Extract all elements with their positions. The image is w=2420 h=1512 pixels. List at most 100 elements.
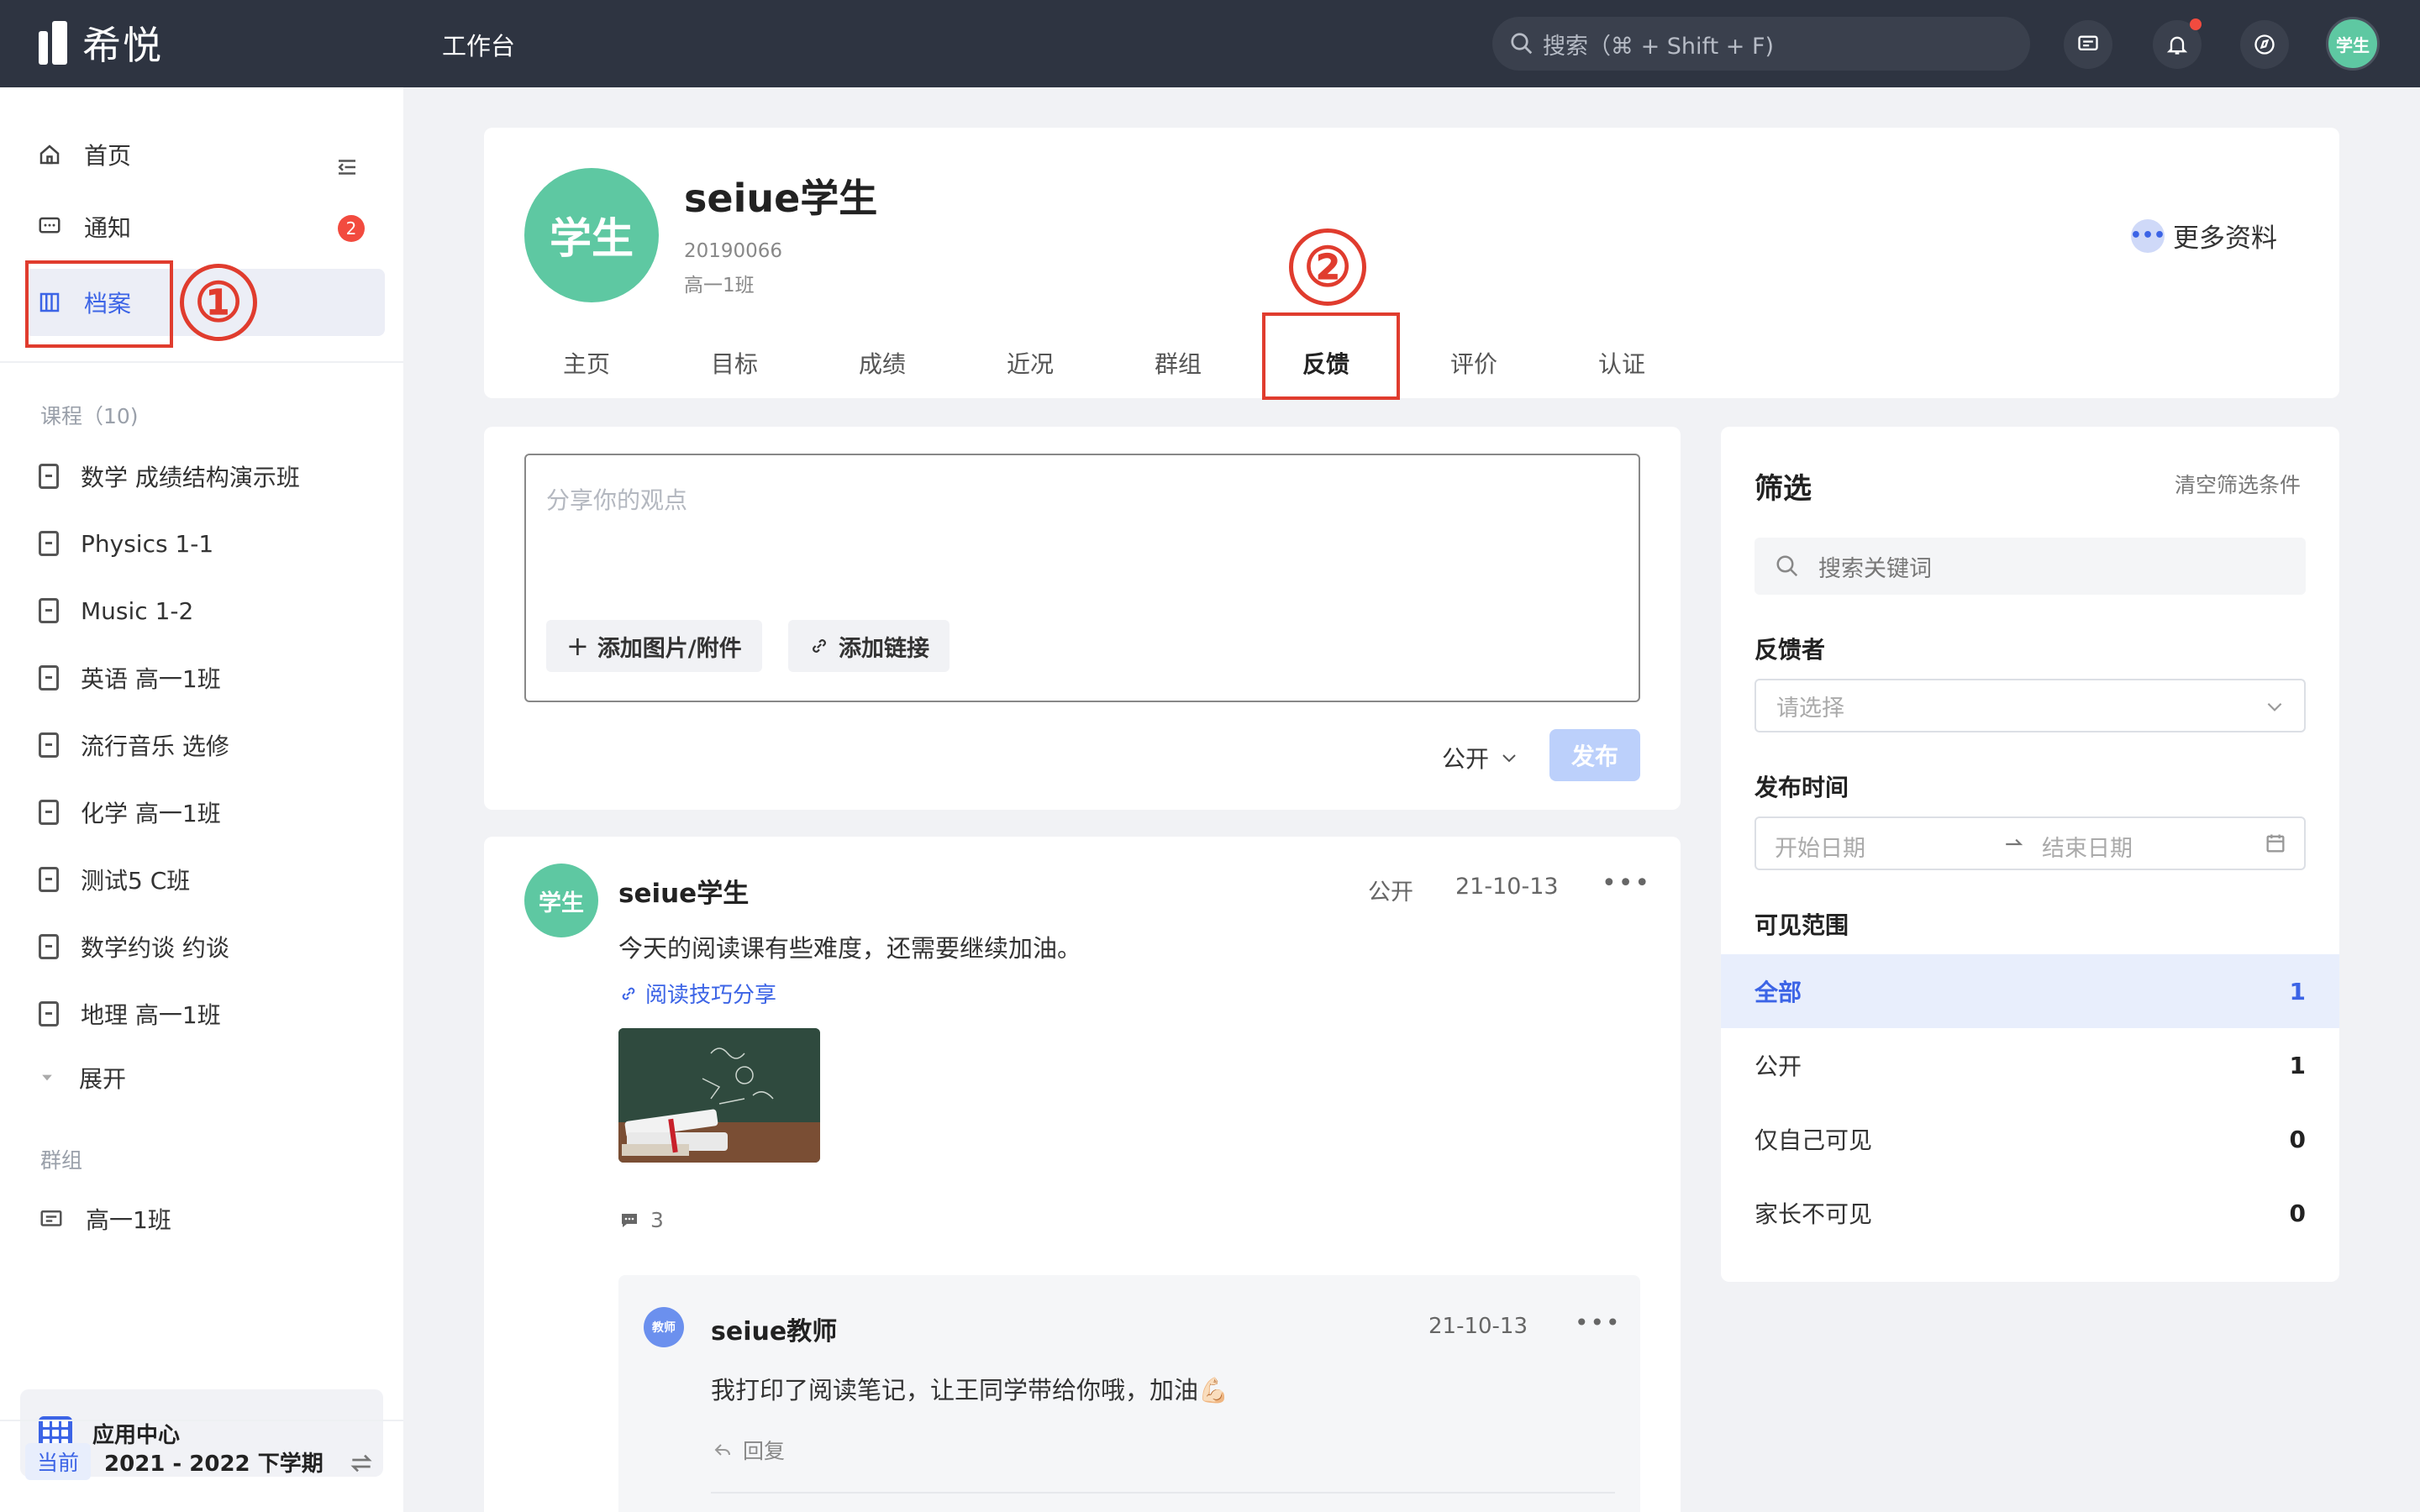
logo-mark-icon [39,21,69,65]
home-icon [39,144,60,165]
add-link-label: 添加链接 [839,635,929,662]
course-label: Physics 1-1 [81,529,214,558]
course-icon [39,598,59,623]
start-date-input[interactable]: 开始日期 [1775,830,1865,863]
scope-label: 家长不可见 [1754,1200,1873,1228]
course-item[interactable]: 化学 高一1班 [39,791,221,833]
tab-goals[interactable]: 目标 [711,346,758,380]
scope-label: 公开 [1754,1053,1802,1080]
scope-option-all[interactable]: 全部 1 [1721,954,2339,1028]
student-id: 20190066 [684,240,783,262]
scope-option-self-only[interactable]: 仅自己可见 0 [1721,1102,2339,1176]
tab-grades[interactable]: 成绩 [859,346,906,380]
course-icon [39,800,59,825]
switch-term-icon[interactable] [348,1450,375,1480]
visibility-value: 公开 [1442,745,1490,773]
expand-label: 展开 [79,1065,127,1093]
chat-icon [2078,35,2098,50]
class-name: 高一1班 [684,275,755,297]
publish-button[interactable]: 发布 [1549,729,1640,781]
end-date-input[interactable]: 结束日期 [2042,830,2133,863]
reply-more-icon[interactable]: ••• [1575,1309,1622,1336]
clear-filters-link[interactable]: 清空筛选条件 [2175,469,2301,499]
messages-button[interactable] [2064,20,2112,69]
scope-label: 全部 [1754,979,1802,1006]
tab-certification[interactable]: 认证 [1598,346,1645,380]
global-search-input[interactable]: 搜索（⌘ + Shift + F) [1492,17,2030,71]
app-logo[interactable]: 希悦 [39,18,163,68]
workspace-title[interactable]: 工作台 [442,27,515,62]
comment-icon [622,1213,637,1227]
reply-button[interactable]: 回复 [711,1435,785,1465]
more-info-label: 更多资料 [2173,223,2277,254]
more-info-button[interactable]: ••• 更多资料 [2130,217,2277,255]
annotation-box-2 [1262,312,1400,400]
course-item[interactable]: Music 1-2 [39,590,193,632]
sidebar-item-notifications[interactable]: 通知 [37,202,131,252]
course-item[interactable]: 测试5 C班 [39,858,190,900]
group-label: 高一1班 [86,1206,171,1234]
feedbacker-label: 反馈者 [1754,636,1826,664]
post-date: 21-10-13 [1455,874,1559,900]
course-item[interactable]: 流行音乐 选修 [39,724,229,766]
sidebar-item-home[interactable]: 首页 [37,129,131,180]
reply-author-name[interactable]: seiue教师 [711,1310,837,1347]
annotation-marker-2: ② [1289,228,1366,306]
feedback-placeholder: 分享你的观点 [546,486,688,514]
message-icon [39,217,60,234]
group-item[interactable]: 高一1班 [39,1198,171,1240]
tab-evaluation[interactable]: 评价 [1450,346,1497,380]
tab-recent[interactable]: 近况 [1007,346,1054,380]
divider [0,1420,403,1421]
plus-icon: + [566,630,589,662]
reply-author-avatar[interactable]: 教师 [644,1307,684,1347]
group-icon [40,1210,62,1226]
filter-search-input[interactable]: 搜索关键词 [1754,538,2306,595]
post-author-name[interactable]: seiue学生 [618,872,749,910]
course-icon [39,665,59,690]
course-icon [39,1001,59,1026]
link-icon [622,987,635,1000]
course-icon [39,464,59,489]
scope-count: 0 [2289,1125,2306,1153]
post-link[interactable]: 阅读技巧分享 [618,978,776,1009]
scope-option-public[interactable]: 公开 1 [1721,1028,2339,1102]
profile-avatar: 学生 [524,168,659,302]
term-selector[interactable]: 当前 2021 - 2022 下学期 [25,1443,324,1480]
course-item[interactable]: Physics 1-1 [39,522,213,564]
post-image-thumbnail[interactable] [618,1028,820,1163]
course-item[interactable]: 地理 高一1班 [39,993,221,1035]
arrow-right-icon [2006,838,2023,846]
comment-count-button[interactable]: 3 [618,1208,664,1232]
help-button[interactable] [2240,20,2289,69]
scope-option-hidden-from-parents[interactable]: 家长不可见 0 [1721,1176,2339,1250]
user-avatar[interactable]: 学生 [2326,17,2380,71]
post-author-avatar[interactable]: 学生 [524,864,598,937]
course-item[interactable]: 数学 成绩结构演示班 [39,455,300,497]
tab-groups[interactable]: 群组 [1155,346,1202,380]
expand-courses-button[interactable]: 展开 [39,1057,126,1099]
date-range-picker[interactable]: 开始日期 结束日期 [1754,816,2306,870]
add-link-button[interactable]: 添加链接 [788,620,950,672]
divider [711,1492,1615,1494]
collapse-sidebar-icon[interactable] [334,155,360,183]
logo-text: 希悦 [82,23,163,68]
course-icon [39,732,59,758]
add-attachment-button[interactable]: + 添加图片/附件 [546,620,762,672]
reply-date: 21-10-13 [1428,1314,1528,1339]
course-item[interactable]: 英语 高一1班 [39,657,221,699]
post-link-label: 阅读技巧分享 [645,983,777,1008]
course-item[interactable]: 数学约谈 约谈 [39,926,229,968]
feedbacker-placeholder: 请选择 [1776,695,1844,722]
visibility-select[interactable]: 公开 [1442,741,1519,774]
post-text: 今天的阅读课有些难度，还需要继续加油。 [618,934,1082,963]
feedbacker-select[interactable]: 请选择 [1754,679,2306,732]
calendar-icon[interactable] [2264,832,2287,855]
notification-count-badge: 2 [338,215,365,242]
scope-label: 仅自己可见 [1754,1126,1873,1154]
search-icon [1776,555,1798,577]
visibility-scope-label: 可见范围 [1754,911,1849,939]
post-more-icon[interactable]: ••• [1602,869,1651,898]
chevron-down-icon [2267,702,2282,711]
tab-home[interactable]: 主页 [563,346,610,380]
